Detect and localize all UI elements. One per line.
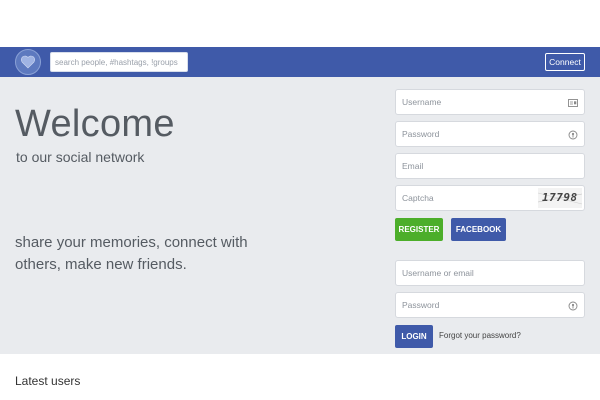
- register-username-input[interactable]: [396, 90, 584, 114]
- captcha-text: 17798: [542, 191, 578, 204]
- captcha-field[interactable]: 17798: [395, 185, 585, 211]
- captcha-image: 17798: [538, 188, 582, 208]
- register-email-field[interactable]: [395, 153, 585, 179]
- hero-section: Welcome to our social network share your…: [0, 77, 600, 354]
- key-icon: [568, 301, 578, 311]
- register-username-field[interactable]: [395, 89, 585, 115]
- connect-button[interactable]: Connect: [545, 53, 585, 71]
- tagline-text: share your memories, connect with others…: [15, 234, 248, 273]
- captcha-input[interactable]: [396, 186, 536, 210]
- register-email-input[interactable]: [396, 154, 584, 178]
- forgot-password-link[interactable]: Forgot your password?: [439, 331, 521, 340]
- latest-users-heading: Latest users: [15, 374, 81, 388]
- heart-logo-icon[interactable]: [15, 49, 41, 75]
- page-subtitle: to our social network: [16, 149, 145, 165]
- login-password-field[interactable]: [395, 292, 585, 318]
- facebook-button[interactable]: FACEBOOK: [451, 218, 506, 241]
- search-input[interactable]: [50, 52, 188, 72]
- login-user-input[interactable]: [396, 261, 584, 285]
- top-navbar: Connect: [0, 47, 600, 77]
- id-card-icon: [568, 99, 578, 107]
- login-button[interactable]: LOGIN: [395, 325, 433, 348]
- register-password-field[interactable]: [395, 121, 585, 147]
- page-title: Welcome: [15, 103, 175, 145]
- key-icon: [568, 130, 578, 140]
- register-password-input[interactable]: [396, 122, 584, 146]
- login-password-input[interactable]: [396, 293, 584, 317]
- login-user-field[interactable]: [395, 260, 585, 286]
- register-button[interactable]: REGISTER: [395, 218, 443, 241]
